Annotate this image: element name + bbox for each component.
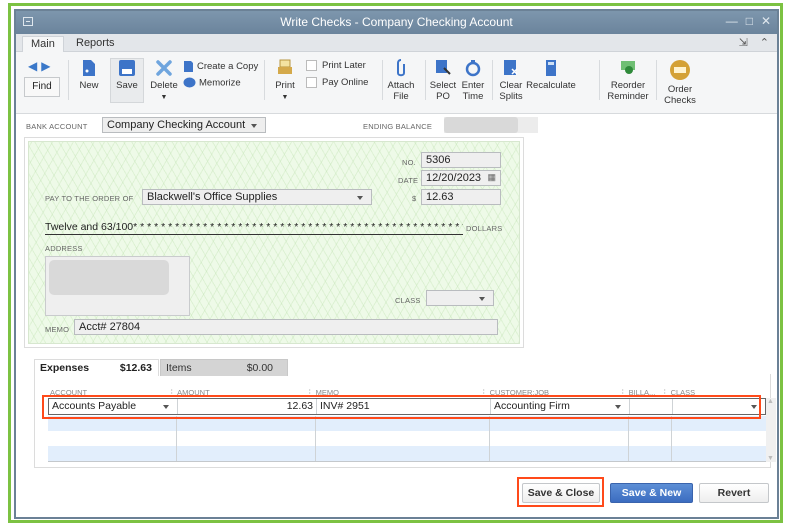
- print-later-checkbox[interactable]: Print Later: [306, 60, 366, 71]
- amount-cell[interactable]: [177, 446, 316, 461]
- amount-in-words: Twelve and 63/100* * * * * * * * * * * *…: [45, 221, 463, 235]
- collapse-ribbon-icon[interactable]: ⌃: [760, 36, 769, 49]
- class-cell[interactable]: [672, 431, 766, 446]
- toolbar: ◀▶ Find New Save Delete ▼ Create a Copy M…: [16, 52, 777, 114]
- reorder-reminder-button[interactable]: Reorder Reminder: [606, 59, 650, 102]
- enter-time-button[interactable]: Enter Time: [459, 59, 487, 102]
- check-form: NO. 5306 DATE 12/20/2023 ▦ PAY TO THE OR…: [28, 141, 520, 344]
- date-label: DATE: [398, 176, 419, 185]
- account-cell[interactable]: [48, 431, 177, 446]
- new-document-icon: [83, 60, 95, 76]
- class-cell[interactable]: [672, 446, 766, 461]
- order-checks-button[interactable]: Order Checks: [662, 59, 698, 106]
- print-later-check-icon: [306, 60, 317, 71]
- printer-icon: [278, 59, 292, 74]
- select-po-button[interactable]: Select PO: [429, 59, 457, 102]
- memo-cell[interactable]: [316, 446, 490, 461]
- window-title: Write Checks - Company Checking Account: [280, 15, 513, 29]
- memo-label: MEMO: [45, 325, 70, 334]
- recalculate-button[interactable]: Recalculate: [526, 59, 576, 91]
- table-row[interactable]: [48, 431, 766, 446]
- check-number-label: NO.: [402, 158, 416, 167]
- memo-field[interactable]: Acct# 27804: [74, 319, 498, 335]
- ending-balance-redacted: [444, 117, 518, 133]
- close-icon[interactable]: ✕: [761, 14, 771, 28]
- customer-job-cell[interactable]: [490, 431, 629, 446]
- amount-dollar-label: $: [412, 194, 417, 203]
- tab-main[interactable]: Main: [22, 36, 64, 52]
- attach-file-button[interactable]: Attach File: [386, 59, 416, 102]
- copy-icon: [184, 61, 193, 72]
- highlight-save-close-annotation: [517, 477, 604, 507]
- tab-reports[interactable]: Reports: [68, 36, 123, 52]
- select-po-icon: [436, 60, 451, 75]
- create-copy-button[interactable]: Create a Copy: [183, 60, 258, 73]
- new-button[interactable]: New: [74, 59, 104, 91]
- date-field[interactable]: 12/20/2023 ▦: [421, 170, 501, 186]
- memo-cell[interactable]: [316, 431, 490, 446]
- expand-icon[interactable]: ⇲: [739, 36, 748, 49]
- grid-scrollbar[interactable]: ▲ ▼: [766, 398, 776, 462]
- payee-dropdown[interactable]: Blackwell's Office Supplies: [142, 189, 372, 205]
- title-bar: Write Checks - Company Checking Account …: [16, 11, 777, 34]
- scroll-down-icon[interactable]: ▼: [767, 455, 774, 462]
- pay-online-checkbox[interactable]: Pay Online: [306, 77, 368, 88]
- previous-arrow-icon[interactable]: ◀: [28, 59, 41, 73]
- next-arrow-icon[interactable]: ▶: [41, 59, 54, 73]
- save-new-button[interactable]: Save & New: [610, 483, 693, 503]
- account-cell[interactable]: [48, 446, 177, 461]
- screen-frame: Write Checks - Company Checking Account …: [8, 3, 783, 523]
- address-label: ADDRESS: [45, 244, 83, 253]
- pay-online-check-icon: [306, 77, 317, 88]
- reorder-checks-icon: [621, 61, 635, 74]
- amount-cell[interactable]: [177, 431, 316, 446]
- bank-account-dropdown[interactable]: Company Checking Account: [102, 117, 266, 133]
- order-checks-icon: [670, 60, 690, 80]
- ribbon-tabs: Main Reports ⇲ ⌃: [16, 34, 777, 52]
- save-disk-icon: [119, 60, 135, 76]
- delete-button[interactable]: Delete ▼: [148, 59, 180, 103]
- print-button[interactable]: Print ▼: [272, 59, 298, 103]
- class-label: CLASS: [395, 296, 421, 305]
- paperclip-icon: [397, 59, 405, 77]
- highlight-row-annotation: [42, 395, 761, 419]
- billable-cell[interactable]: [629, 446, 672, 461]
- address-field[interactable]: [45, 256, 190, 316]
- customer-job-cell[interactable]: [490, 446, 629, 461]
- dollars-label: DOLLARS: [466, 224, 503, 233]
- clear-splits-button[interactable]: Clear Splits: [497, 59, 525, 102]
- memorize-icon: [183, 77, 196, 88]
- maximize-icon[interactable]: □: [746, 14, 753, 28]
- check-number-field[interactable]: 5306: [421, 152, 501, 168]
- stopwatch-icon: [465, 60, 481, 77]
- ending-balance-label: ENDING BALANCE: [363, 122, 433, 131]
- scroll-up-icon[interactable]: ▲: [767, 398, 774, 405]
- pay-to-label: PAY TO THE ORDER OF: [45, 194, 134, 203]
- minimize-icon[interactable]: —: [726, 14, 738, 28]
- bank-account-label: BANK ACCOUNT: [26, 122, 88, 131]
- delete-x-icon: [156, 60, 172, 76]
- revert-button[interactable]: Revert: [699, 483, 769, 503]
- address-redacted: [49, 260, 169, 295]
- write-checks-window: Write Checks - Company Checking Account …: [14, 9, 779, 519]
- billable-cell[interactable]: [629, 431, 672, 446]
- clear-splits-icon: [504, 60, 518, 75]
- calendar-icon[interactable]: ▦: [487, 172, 496, 183]
- calculator-icon: [546, 60, 556, 76]
- memorize-button[interactable]: Memorize: [183, 77, 241, 89]
- class-dropdown[interactable]: [426, 290, 494, 306]
- ending-balance-value: [444, 117, 538, 133]
- check-amount-field[interactable]: 12.63: [421, 189, 501, 205]
- table-row[interactable]: [48, 446, 766, 462]
- find-button[interactable]: Find: [24, 77, 60, 97]
